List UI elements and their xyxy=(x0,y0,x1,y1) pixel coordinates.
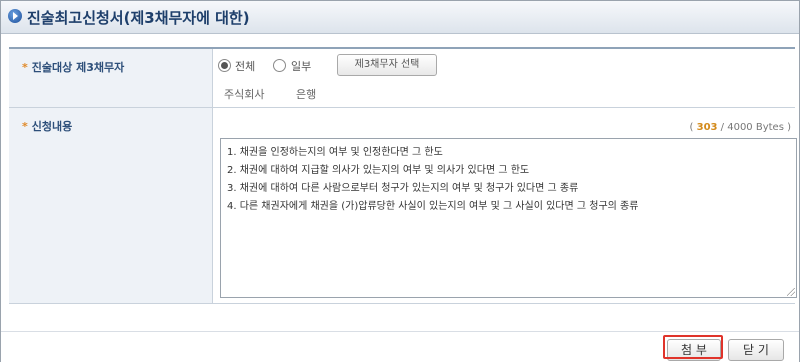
required-star-icon: * xyxy=(22,120,28,133)
radio-partial-label: 일부 xyxy=(291,60,312,73)
label-target-debtor: * 진술대상 제3채무자 xyxy=(22,59,124,75)
play-circle-icon xyxy=(8,9,22,23)
radio-all[interactable] xyxy=(218,59,231,72)
dialog-window: 진술최고신청서(제3채무자에 대한) * 진술대상 제3채무자 전체 일부 제3채… xyxy=(0,0,800,362)
radio-partial[interactable] xyxy=(273,59,286,72)
title-bar: 진술최고신청서(제3채무자에 대한) xyxy=(1,1,799,34)
byte-counter: ( 303 / 4000 Bytes ) xyxy=(690,122,791,133)
label-request-content: * 신청내용 xyxy=(22,118,72,134)
content-line: 4. 다른 채권자에게 채권을 (가)압류당한 사실이 있는지의 여부 및 그 … xyxy=(227,201,639,212)
label-cell: * 신청내용 xyxy=(9,108,213,303)
radio-all-label: 전체 xyxy=(235,60,256,73)
debtor-type-text: 주식회사 xyxy=(224,88,265,101)
content-line: 1. 채권을 인정하는지의 여부 및 인정한다면 그 한도 xyxy=(227,147,443,158)
attach-highlight-box xyxy=(663,335,723,359)
content-line: 3. 채권에 대하여 다른 사람으로부터 청구가 있는지의 여부 및 청구가 있… xyxy=(227,183,579,194)
row-target-debtor: * 진술대상 제3채무자 전체 일부 제3채무자 선택 주식회사 은행 xyxy=(9,49,795,108)
byte-limit: / 4000 Bytes ) xyxy=(720,122,791,133)
byte-open: ( xyxy=(689,122,694,133)
request-form: * 진술대상 제3채무자 전체 일부 제3채무자 선택 주식회사 은행 * 신청내용… xyxy=(9,47,797,305)
window-title: 진술최고신청서(제3채무자에 대한) xyxy=(27,9,250,27)
request-content-textarea[interactable]: 1. 채권을 인정하는지의 여부 및 인정한다면 그 한도 2. 채권에 대하여… xyxy=(220,138,797,298)
debtor-bank-text: 은행 xyxy=(296,88,317,101)
label-text: 신청내용 xyxy=(31,120,73,133)
required-star-icon: * xyxy=(22,61,28,74)
row-request-content: * 신청내용 ( 303 / 4000 Bytes ) 1. 채권을 인정하는지의… xyxy=(9,108,797,304)
resize-handle-icon[interactable] xyxy=(787,288,795,296)
select-debtor-button[interactable]: 제3채무자 선택 xyxy=(337,54,437,76)
label-text: 진술대상 제3채무자 xyxy=(31,61,125,74)
close-button[interactable]: 닫 기 xyxy=(728,339,784,361)
byte-count: 303 xyxy=(696,122,718,133)
content-line: 2. 채권에 대하여 지급할 의사가 있는지의 여부 및 의사가 있다면 그 한… xyxy=(227,165,530,176)
label-cell: * 진술대상 제3채무자 xyxy=(9,49,213,107)
